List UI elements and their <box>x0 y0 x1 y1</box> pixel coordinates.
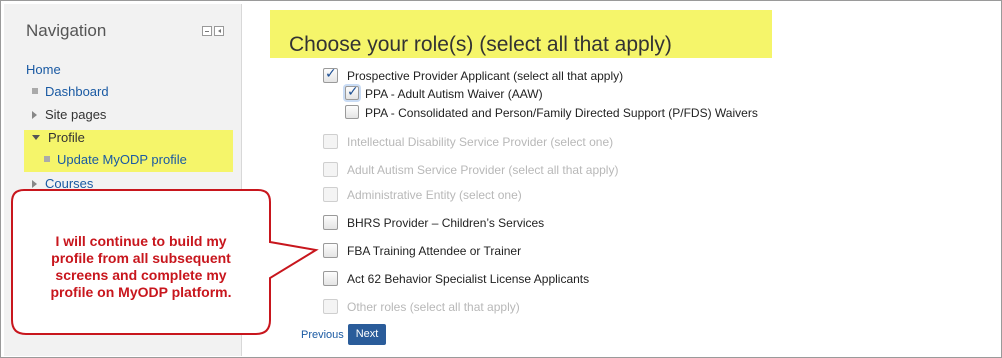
option-label: Intellectual Disability Service Provider… <box>347 135 614 149</box>
next-button[interactable]: Next <box>348 324 386 345</box>
sidebar-item-label: Dashboard <box>45 84 109 99</box>
navigation-title: Navigation <box>26 21 107 40</box>
sidebar-item-update-myodp-profile[interactable]: Update MyODP profile <box>44 152 187 167</box>
option-label: PPA - Consolidated and Person/Family Dir… <box>365 106 758 120</box>
checkbox[interactable] <box>323 243 338 258</box>
checkbox[interactable] <box>323 299 338 314</box>
checkbox[interactable] <box>323 271 338 286</box>
checkbox[interactable] <box>323 187 338 202</box>
option-label: Act 62 Behavior Specialist License Appli… <box>347 272 590 286</box>
navigation-block: Navigation Home Dashboard Site pages Pro… <box>4 4 242 356</box>
option-label: Adult Autism Service Provider (select al… <box>347 163 619 177</box>
checkbox[interactable] <box>345 84 359 100</box>
option-label: Administrative Entity (select one) <box>347 188 522 202</box>
expand-arrow-icon <box>32 111 37 119</box>
option-label: PPA - Adult Autism Waiver (AAW) <box>365 87 543 101</box>
option-label: FBA Training Attendee or Trainer <box>347 244 522 258</box>
checkbox[interactable] <box>323 215 338 230</box>
callout-text: I will continue to build my profile from… <box>18 233 264 301</box>
page-title: Choose your role(s) (select all that app… <box>289 33 672 56</box>
collapse-arrow-icon <box>32 135 40 140</box>
callout-line: profile from all subsequent <box>51 250 231 266</box>
bullet-icon <box>44 156 50 162</box>
callout-line: profile on MyODP platform. <box>50 284 232 300</box>
sidebar-item-courses[interactable]: Courses <box>32 176 93 191</box>
callout-line: screens and complete my <box>55 267 227 283</box>
bullet-icon <box>32 88 38 94</box>
sidebar-item-dashboard[interactable]: Dashboard <box>32 84 109 99</box>
collapse-block-icon[interactable] <box>202 26 212 36</box>
option-label: BHRS Provider – Children’s Services <box>347 216 545 230</box>
sidebar-item-label: Update MyODP profile <box>57 152 187 167</box>
sidebar-item-label: Site pages <box>45 107 107 122</box>
expand-arrow-icon <box>32 180 37 188</box>
sidebar-item-label: Profile <box>48 130 85 145</box>
checkbox[interactable] <box>345 105 359 119</box>
sidebar-item-profile[interactable]: Profile <box>32 130 85 145</box>
option-label: Other roles (select all that apply) <box>347 300 520 314</box>
option-label: Prospective Provider Applicant (select a… <box>347 69 624 83</box>
sidebar-item-site-pages[interactable]: Site pages <box>32 107 106 122</box>
callout-line: I will continue to build my <box>55 233 227 249</box>
previous-button[interactable]: Previous <box>301 329 344 341</box>
checkbox[interactable] <box>323 162 338 177</box>
checkbox[interactable] <box>323 134 338 149</box>
nav-home-link[interactable]: Home <box>26 62 61 77</box>
checkbox[interactable] <box>323 66 338 83</box>
sidebar-item-label: Courses <box>45 176 94 191</box>
dock-block-icon[interactable] <box>214 26 224 36</box>
